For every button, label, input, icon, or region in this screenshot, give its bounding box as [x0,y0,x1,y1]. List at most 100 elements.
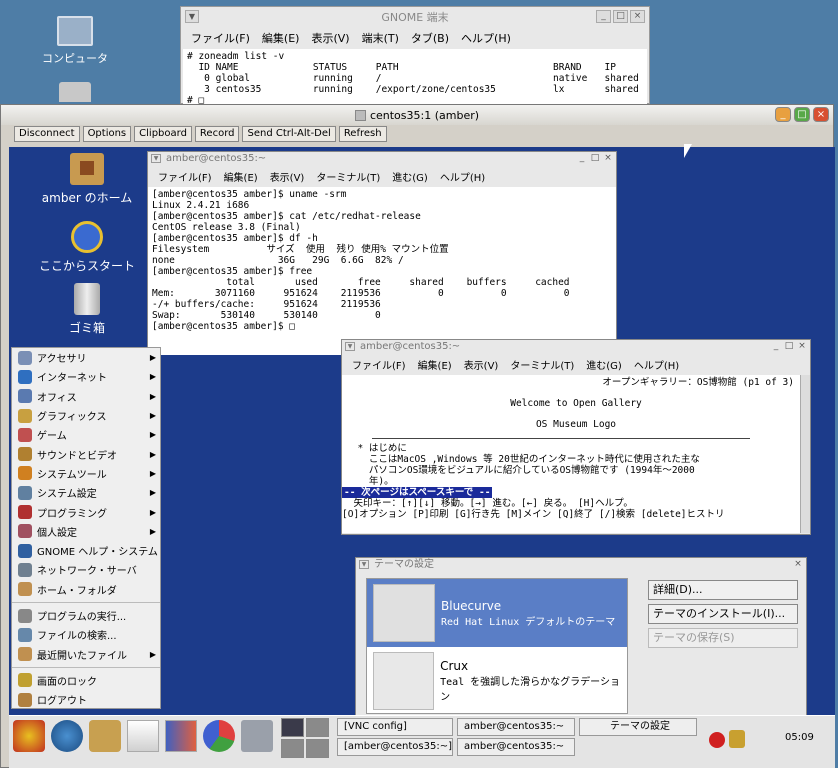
menu-item-items-5[interactable]: サウンドとビデオ ▶ [12,444,160,463]
vnc-titlebar[interactable]: centos35:1 (amber) _ □ × [1,105,833,125]
screen-icon-start-here[interactable]: ここからスタート [27,221,147,274]
menu-terminal[interactable]: 端末(T) [358,29,403,47]
task-terminal-3[interactable]: amber@centos35:~ [457,738,575,756]
details-button[interactable]: 詳細(D)... [648,580,798,600]
terminal-2-titlebar[interactable]: ▼ amber@centos35:~ _ □ × [342,340,810,354]
minimize-icon[interactable]: _ [576,153,588,164]
theme-item-bluecurve[interactable]: Bluecurve Red Hat Linux デフォルトのテーマ [367,579,627,647]
menu-item-items-2[interactable]: オフィス ▶ [12,387,160,406]
menu-go[interactable]: 進む(G) [388,168,432,185]
desktop-icon-home[interactable] [30,82,120,106]
terminal-1-titlebar[interactable]: ▼ amber@centos35:~ _ □ × [148,152,616,166]
terminal-1-output[interactable]: [amber@centos35 amber]$ uname -srm Linux… [148,187,616,355]
gnome-terminal-titlebar[interactable]: ▼ GNOME 端末 _ □ × [181,7,649,27]
minimize-icon[interactable]: _ [596,10,611,23]
menu-item-items-8[interactable]: プログラミング ▶ [12,502,160,521]
menu-item-items3-1[interactable]: ログアウト [12,690,160,709]
menu-item-items2-1[interactable]: ファイルの検索... [12,625,160,644]
theme-settings-titlebar[interactable]: ▼ テーマの設定 × [356,558,806,572]
workspace-3[interactable] [281,739,304,758]
menu-view[interactable]: 表示(V) [266,168,309,185]
screen-icon-home[interactable]: amber のホーム [27,153,147,206]
menu-item-items-1[interactable]: インターネット ▶ [12,367,160,386]
maximize-icon[interactable]: □ [794,107,810,122]
desktop-icon-computer[interactable]: コンピュータ [30,16,120,66]
start-menu[interactable]: アクセサリ ▶ インターネット ▶ オフィス ▶ グラフィックス ▶ ゲーム ▶ サウンドとビデオ ▶… [11,347,161,709]
task-terminal-1[interactable]: amber@centos35:~ [457,718,575,736]
menu-item-items-7[interactable]: システム設定 ▶ [12,483,160,502]
window-menu-icon[interactable]: ▼ [151,154,161,163]
menu-help[interactable]: ヘルプ(H) [436,168,489,185]
presentation-icon[interactable] [165,720,197,752]
refresh-button[interactable]: Refresh [338,126,387,142]
menu-help[interactable]: ヘルプ(H) [457,29,515,47]
window-menu-icon[interactable]: ▼ [185,10,199,23]
menu-terminal[interactable]: ターミナル(T) [312,168,384,185]
task-theme-settings[interactable]: テーマの設定 [579,718,697,736]
printer-icon[interactable] [241,720,273,752]
menu-help[interactable]: ヘルプ(H) [630,356,683,373]
record-button[interactable]: Record [194,126,240,142]
window-menu-icon[interactable]: ▼ [359,560,369,569]
workspace-2[interactable] [306,718,329,737]
maximize-icon[interactable]: □ [589,153,601,164]
clock[interactable]: 05:09 [785,732,814,743]
terminal-window-1[interactable]: ▼ amber@centos35:~ _ □ × ファイル(F) 編集(E) 表示(… [147,151,617,355]
menu-item-items-6[interactable]: システムツール ▶ [12,464,160,483]
gnome-terminal-window[interactable]: ▼ GNOME 端末 _ □ × ファイル(F) 編集(E) 表示(V) 端末(… [180,6,650,105]
menu-file[interactable]: ファイル(F) [348,356,410,373]
keys-icon[interactable] [729,730,745,748]
writer-icon[interactable] [127,720,159,752]
main-menu-icon[interactable] [13,720,45,752]
remote-desktop[interactable]: amber のホーム ここからスタート ゴミ箱 ▼ amber@centos35… [9,147,835,768]
maximize-icon[interactable]: □ [783,341,795,352]
close-icon[interactable]: × [630,10,645,23]
options-button[interactable]: Options [82,126,132,142]
minimize-icon[interactable]: _ [770,341,782,352]
menu-go[interactable]: 進む(G) [582,356,626,373]
menu-edit[interactable]: 編集(E) [220,168,262,185]
terminal-window-2[interactable]: ▼ amber@centos35:~ _ □ × ファイル(F) 編集(E) 表示(… [341,339,811,535]
clipboard-button[interactable]: Clipboard [134,126,192,142]
workspace-1[interactable] [281,718,304,737]
scrollbar[interactable] [800,375,810,533]
maximize-icon[interactable]: □ [613,10,628,23]
vnc-window[interactable]: centos35:1 (amber) _ □ × Disconnect Opti… [0,104,835,768]
menu-terminal[interactable]: ターミナル(T) [506,356,578,373]
menu-item-items-9[interactable]: 個人設定 ▶ [12,522,160,541]
window-menu-icon[interactable]: ▼ [345,342,355,351]
workspace-4[interactable] [306,739,329,758]
theme-list[interactable]: Bluecurve Red Hat Linux デフォルトのテーマ Crux Tea… [366,578,628,714]
menu-item-items-10[interactable]: GNOME ヘルプ・システム [12,541,160,560]
disconnect-button[interactable]: Disconnect [14,126,80,142]
menu-item-items3-0[interactable]: 画面のロック [12,671,160,690]
menu-item-items2-0[interactable]: プログラムの実行... [12,606,160,625]
menu-file[interactable]: ファイル(F) [187,29,254,47]
menu-edit[interactable]: 編集(E) [414,356,456,373]
menu-item-items2-2[interactable]: 最近開いたファイル ▶ [12,644,160,663]
task-vnc-config[interactable]: [VNC config] [337,718,453,736]
spreadsheet-icon[interactable] [203,720,235,752]
alert-icon[interactable] [709,732,725,748]
close-icon[interactable]: × [813,107,829,122]
menu-tab[interactable]: タブ(B) [407,29,453,47]
theme-item-crux[interactable]: Crux Teal を強調した滑らかなグラデーション [367,647,627,713]
close-icon[interactable]: × [796,341,808,352]
close-icon[interactable]: × [602,153,614,164]
menu-item-items-0[interactable]: アクセサリ ▶ [12,348,160,367]
menu-item-items-3[interactable]: グラフィックス ▶ [12,406,160,425]
menu-view[interactable]: 表示(V) [307,29,353,47]
theme-settings-window[interactable]: ▼ テーマの設定 × Bluecurve Red Hat Linux デフォルトの… [355,557,807,717]
close-icon[interactable]: × [792,559,804,570]
web-browser-icon[interactable] [51,720,83,752]
task-terminal-2[interactable]: [amber@centos35:~] [337,738,453,756]
save-theme-button[interactable]: テーマの保存(S) [648,628,798,648]
menu-view[interactable]: 表示(V) [460,356,503,373]
menu-item-items-12[interactable]: ホーム・フォルダ [12,580,160,599]
minimize-icon[interactable]: _ [775,107,791,122]
workspace-switcher[interactable] [281,718,329,758]
email-icon[interactable] [89,720,121,752]
screen-icon-trash[interactable]: ゴミ箱 [27,283,147,336]
install-theme-button[interactable]: テーマのインストール(I)... [648,604,798,624]
menu-edit[interactable]: 編集(E) [258,29,304,47]
